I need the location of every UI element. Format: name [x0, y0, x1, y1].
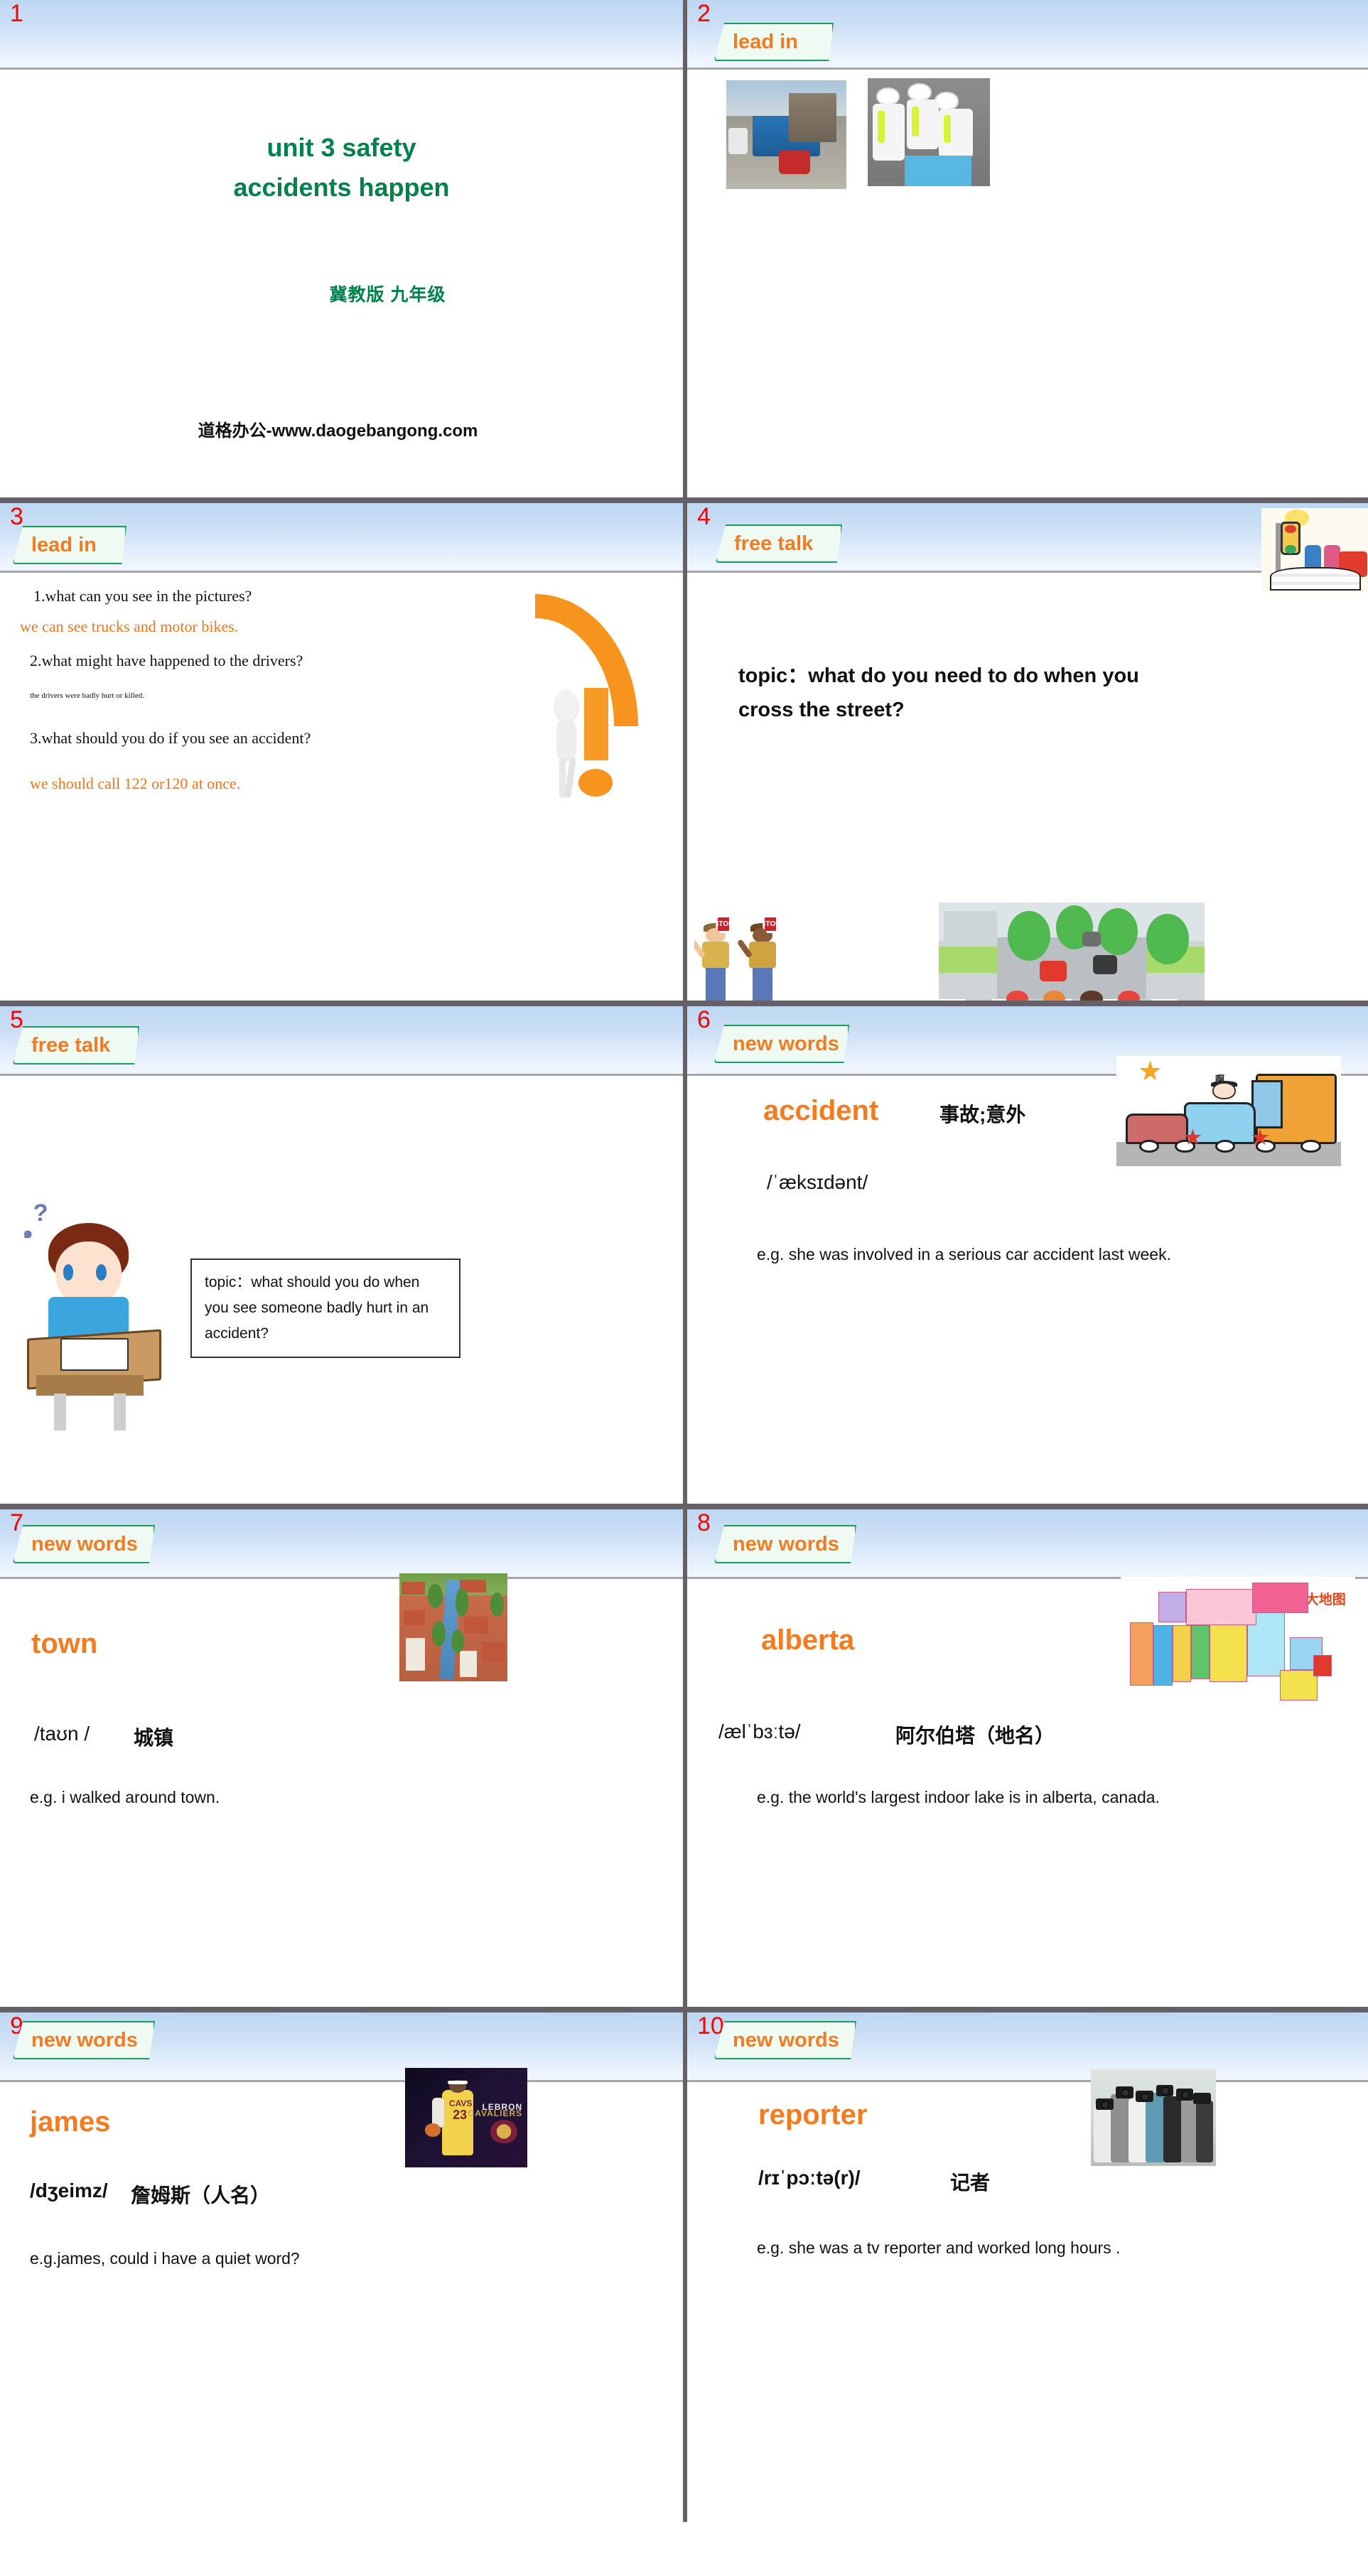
section-tab-label: new words: [733, 1032, 839, 1055]
topic-text: topic：what do you need to do when you cr…: [738, 664, 1139, 721]
slide-header-rule: [0, 2080, 683, 2082]
vocab-chinese: 事故;意外: [939, 1104, 1026, 1126]
vocab-chinese: 记者: [950, 2172, 991, 2194]
answer-1: we can see trucks and motor bikes.: [20, 618, 239, 635]
vocab-example: e.g.james, could i have a quiet word?: [30, 2249, 300, 2268]
slide-6[interactable]: 6 new words accident 事故;意外 /ˈæksɪdənt/ e…: [687, 1006, 1368, 1504]
question-2: 2.what might have happened to the driver…: [30, 652, 303, 669]
row-divider: [0, 497, 1368, 503]
vocab-chinese: 阿尔伯塔（地名）: [895, 1725, 1055, 1747]
vocab-example: e.g. she was a tv reporter and worked lo…: [757, 2238, 1121, 2257]
vocab-word: alberta: [761, 1624, 855, 1656]
row-divider: [0, 2007, 1368, 2012]
slide-number: 3: [10, 503, 23, 530]
image-traffic-light-clipart: [1261, 508, 1368, 592]
photo-medics-rescue: [868, 78, 990, 186]
section-tab-new-words[interactable]: new words: [13, 1525, 155, 1563]
slide-header-rule: [0, 1074, 683, 1076]
watermark: 道格办公-www.daogebangong.com: [198, 421, 478, 441]
section-tab-label: new words: [31, 2028, 138, 2052]
section-tab-new-words[interactable]: new words: [714, 2021, 856, 2059]
vocab-word: reporter: [758, 2099, 868, 2130]
vocab-ipa: /taʊn /: [34, 1723, 90, 1745]
row-divider: [0, 1504, 1368, 1509]
vocab-ipa: /dʒeimz/: [30, 2179, 108, 2202]
question-1: 1.what can you see in the pictures?: [33, 587, 252, 605]
subtitle: 冀教版 九年级: [329, 285, 446, 305]
section-tab-new-words[interactable]: new words: [714, 1525, 856, 1563]
slide-deck: 1 unit 3 safety accidents happen 冀教版 九年级…: [0, 0, 1368, 2576]
slide-number: 2: [697, 0, 711, 27]
section-tab-label: new words: [733, 1532, 839, 1556]
slide-header-rule: [687, 2080, 1368, 2082]
image-question-mark: [514, 590, 649, 803]
image-town-photo: [399, 1573, 507, 1681]
vocab-ipa: /rɪˈpɔːtə(r)/: [758, 2167, 861, 2189]
photo-truck-accident: [726, 80, 846, 189]
image-canada-map: 加拿大地图: [1121, 1577, 1355, 1728]
answer-2: the drivers were badly hurt or killed.: [30, 691, 144, 700]
vocab-chinese: 詹姆斯（人名）: [131, 2184, 271, 2206]
slide-7[interactable]: 7 new words town /taʊn / 城镇 e.g. i walke…: [0, 1509, 683, 2007]
question-3: 3.what should you do if you see an accid…: [30, 729, 311, 747]
answer-3: we should call 122 or120 at once.: [30, 775, 241, 792]
section-tab-label: free talk: [31, 1033, 111, 1057]
slide-10[interactable]: 10 new words reporter /rɪˈpɔːtə(r)/ 记者 e…: [687, 2012, 1368, 2522]
section-tab-label: lead in: [733, 30, 798, 53]
section-tab-free-talk[interactable]: free talk: [716, 524, 842, 563]
vocab-ipa: /ˈæksɪdənt/: [767, 1171, 868, 1193]
slide-1[interactable]: 1 unit 3 safety accidents happen 冀教版 九年级…: [0, 0, 683, 497]
section-tab-free-talk[interactable]: free talk: [13, 1026, 139, 1065]
image-stop-sign-guards-clipart: STOP STOP: [694, 910, 788, 1001]
section-tab-new-words[interactable]: new words: [13, 2021, 155, 2059]
jersey-number: 23: [453, 2108, 468, 2122]
slide-2[interactable]: 2 lead in: [687, 0, 1368, 497]
image-car-crash-cartoon: 啊: [1116, 1056, 1341, 1166]
image-press-photographers: [1091, 2069, 1216, 2166]
slide-number: 8: [697, 1509, 711, 1536]
slide-header-bar: [0, 0, 683, 68]
image-lebron-james-photo: CAVS 23 LEBRON CAVALIERS: [405, 2068, 527, 2167]
section-tab-lead-in[interactable]: lead in: [714, 23, 834, 61]
vocab-word: james: [30, 2106, 111, 2138]
title-line-2: accidents happen: [233, 172, 450, 202]
photo-text-cavaliers: CAVALIERS: [468, 2108, 523, 2119]
vocab-word: accident: [763, 1095, 879, 1126]
slide-header-rule: [0, 571, 683, 573]
slide-header-rule: [687, 68, 1368, 70]
section-tab-label: new words: [31, 1532, 138, 1556]
slide-4[interactable]: 4 free talk topic：what do you need to do…: [687, 503, 1368, 1001]
slide-9[interactable]: 9 new words james /dʒeimz/ 詹姆斯（人名） e.g.j…: [0, 2012, 683, 2522]
vocab-example: e.g. she was involved in a serious car a…: [757, 1245, 1171, 1263]
image-kids-crossing-clipart: [939, 902, 1205, 1001]
vocab-word: town: [31, 1628, 98, 1659]
title-line-1: unit 3 safety: [266, 133, 416, 162]
slide-number: 1: [10, 0, 23, 27]
section-tab-lead-in[interactable]: lead in: [13, 526, 126, 564]
vocab-example: e.g. i walked around town.: [30, 1788, 220, 1806]
slide-3[interactable]: 3 lead in 1.what can you see in the pict…: [0, 503, 683, 1001]
section-tab-label: free talk: [734, 532, 814, 555]
image-thinking-boy-clipart: ? ๑: [21, 1200, 171, 1430]
section-tab-label: new words: [733, 2028, 839, 2052]
section-tab-label: lead in: [31, 533, 97, 556]
slide-number: 6: [697, 1006, 711, 1033]
section-tab-new-words[interactable]: new words: [714, 1025, 849, 1063]
row-divider: [0, 1001, 1368, 1006]
vocab-ipa: /ælˈbɜːtə/: [718, 1720, 801, 1742]
slide-number: 4: [697, 503, 711, 530]
topic-box: topic：what should you do when you see so…: [190, 1259, 461, 1358]
vocab-chinese: 城镇: [134, 1727, 174, 1749]
vocab-example: e.g. the world's largest indoor lake is …: [757, 1788, 1160, 1806]
slide-header-rule: [0, 1577, 683, 1579]
slide-8[interactable]: 8 new words alberta /ælˈbɜːtə/ 阿尔伯塔（地名） …: [687, 1509, 1368, 2007]
slide-header-rule: [0, 68, 683, 70]
slide-5[interactable]: 5 free talk ? ๑ topic：what should you do…: [0, 1006, 683, 1504]
page-title: unit 3 safety accidents happen: [0, 128, 683, 208]
